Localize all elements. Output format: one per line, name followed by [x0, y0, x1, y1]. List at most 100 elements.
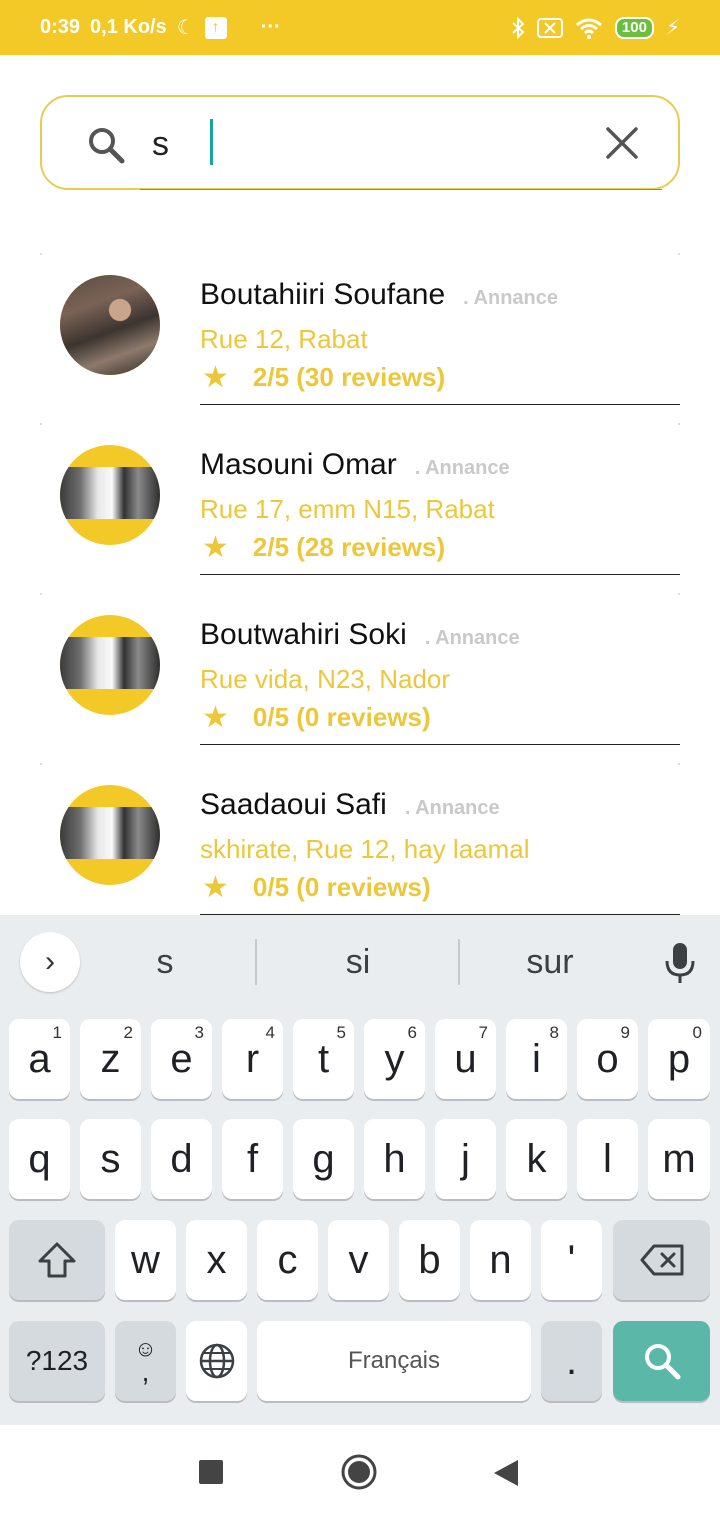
key-k[interactable]: k — [506, 1119, 567, 1199]
divider-dot — [40, 423, 42, 425]
key-a[interactable]: a1 — [9, 1019, 70, 1099]
listing-tag: . Annance — [463, 287, 559, 309]
divider-dot — [678, 253, 680, 255]
key-apostrophe[interactable]: ' — [541, 1220, 602, 1300]
key-g[interactable]: g — [293, 1119, 354, 1199]
suggestion-item[interactable]: sur — [460, 943, 640, 982]
key-m[interactable]: m — [648, 1119, 710, 1199]
key-s[interactable]: s — [80, 1119, 141, 1199]
key-q[interactable]: q — [9, 1119, 70, 1199]
divider-dot — [40, 253, 42, 255]
avatar — [60, 445, 160, 545]
key-x[interactable]: x — [186, 1220, 247, 1300]
listing-tag: . Annance — [404, 797, 500, 819]
key-c[interactable]: c — [257, 1220, 318, 1300]
list-item[interactable]: Boutahiiri Soufane . Annance Rue 12, Raba… — [0, 250, 720, 420]
star-icon: ★ — [202, 531, 229, 564]
search-box[interactable] — [40, 95, 680, 190]
backspace-icon — [640, 1244, 683, 1276]
key-r[interactable]: r4 — [222, 1019, 283, 1099]
globe-icon — [199, 1343, 234, 1379]
sim-off-icon — [536, 17, 563, 38]
star-icon: ★ — [202, 701, 229, 734]
screen: 0:39 0,1 Ko/s ☾ ↑ ··· 100 ⚡ Boutahiiri S… — [0, 0, 720, 1520]
suggestion-item[interactable]: si — [268, 943, 448, 982]
search-icon — [89, 128, 125, 164]
home-icon[interactable] — [340, 1453, 378, 1491]
list-item[interactable]: Masouni Omar . Annance Rue 17, emm N15, R… — [0, 420, 720, 590]
emoji-comma-key[interactable]: ☺ , — [115, 1321, 176, 1401]
upload-icon: ↑ — [204, 16, 227, 39]
key-o[interactable]: o9 — [577, 1019, 638, 1099]
key-v[interactable]: v — [328, 1220, 389, 1300]
barber-name: Masouni Omar — [200, 448, 397, 481]
divider — [200, 404, 680, 405]
rating-text: 0/5 (0 reviews) — [252, 872, 431, 902]
search-icon — [644, 1344, 680, 1380]
divider — [200, 744, 680, 745]
avatar — [60, 615, 160, 715]
key-p[interactable]: p0 — [648, 1019, 710, 1099]
key-i[interactable]: i8 — [506, 1019, 567, 1099]
suggestion-item[interactable]: s — [75, 943, 255, 982]
key-t[interactable]: t5 — [293, 1019, 354, 1099]
status-bar: 0:39 0,1 Ko/s ☾ ↑ ··· 100 ⚡ — [0, 0, 720, 55]
key-z[interactable]: z2 — [80, 1019, 141, 1099]
rating-text: 2/5 (30 reviews) — [252, 362, 446, 392]
listing-tag: . Annance — [414, 457, 510, 479]
key-f[interactable]: f — [222, 1119, 283, 1199]
rating-text: 2/5 (28 reviews) — [252, 532, 446, 562]
symbols-key[interactable]: ?123 — [9, 1321, 105, 1401]
search-underline — [140, 189, 662, 190]
list-item[interactable]: Saadaoui Safi . Annance skhirate, Rue 12,… — [0, 760, 720, 930]
suggestion-bar: › s si sur — [0, 915, 720, 1011]
list-item[interactable]: Boutwahiri Soki . Annance Rue vida, N23, … — [0, 590, 720, 760]
key-n[interactable]: n — [470, 1220, 531, 1300]
divider — [200, 574, 680, 575]
key-e[interactable]: e3 — [151, 1019, 212, 1099]
language-key[interactable] — [186, 1321, 247, 1401]
barber-address: Rue 17, emm N15, Rabat — [200, 494, 495, 524]
key-j[interactable]: j — [435, 1119, 496, 1199]
recents-icon[interactable] — [198, 1459, 224, 1485]
period-key[interactable]: . — [541, 1321, 602, 1401]
microphone-icon[interactable] — [662, 941, 698, 985]
key-w[interactable]: w — [115, 1220, 176, 1300]
divider-dot — [678, 763, 680, 765]
back-icon[interactable] — [492, 1458, 520, 1488]
barber-name: Boutwahiri Soki — [200, 618, 407, 651]
system-navigation-bar — [0, 1425, 720, 1520]
key-y[interactable]: y6 — [364, 1019, 425, 1099]
star-icon: ★ — [202, 361, 229, 394]
shift-key[interactable] — [9, 1220, 105, 1300]
avatar — [60, 785, 160, 885]
on-screen-keyboard: › s si sur a1 z2 e3 r4 t5 y6 u7 i8 o9 p0… — [0, 915, 720, 1425]
backspace-key[interactable] — [613, 1220, 710, 1300]
divider-dot — [678, 423, 680, 425]
bluetooth-icon — [512, 16, 525, 39]
key-l[interactable]: l — [577, 1119, 638, 1199]
key-b[interactable]: b — [399, 1220, 460, 1300]
status-time: 0:39 — [40, 16, 81, 38]
barber-address: Rue 12, Rabat — [200, 324, 368, 354]
avatar — [60, 275, 160, 375]
chevron-right-icon[interactable]: › — [20, 932, 80, 992]
text-cursor — [210, 119, 213, 165]
barber-name: Boutahiiri Soufane — [200, 278, 446, 311]
battery-indicator: 100 — [614, 16, 654, 39]
space-key[interactable]: Français — [257, 1321, 531, 1401]
rating-text: 0/5 (0 reviews) — [252, 702, 431, 732]
search-input[interactable] — [152, 119, 562, 169]
key-h[interactable]: h — [364, 1119, 425, 1199]
charging-icon: ⚡ — [665, 17, 680, 39]
barber-address: Rue vida, N23, Nador — [200, 664, 451, 694]
divider-dot — [40, 593, 42, 595]
key-d[interactable]: d — [151, 1119, 212, 1199]
star-icon: ★ — [202, 871, 229, 904]
suggestion-divider — [255, 939, 257, 985]
key-u[interactable]: u7 — [435, 1019, 496, 1099]
search-action-key[interactable] — [613, 1321, 710, 1401]
divider-dot — [678, 593, 680, 595]
close-icon[interactable] — [604, 125, 640, 161]
results-list: Boutahiiri Soufane . Annance Rue 12, Raba… — [0, 250, 720, 930]
